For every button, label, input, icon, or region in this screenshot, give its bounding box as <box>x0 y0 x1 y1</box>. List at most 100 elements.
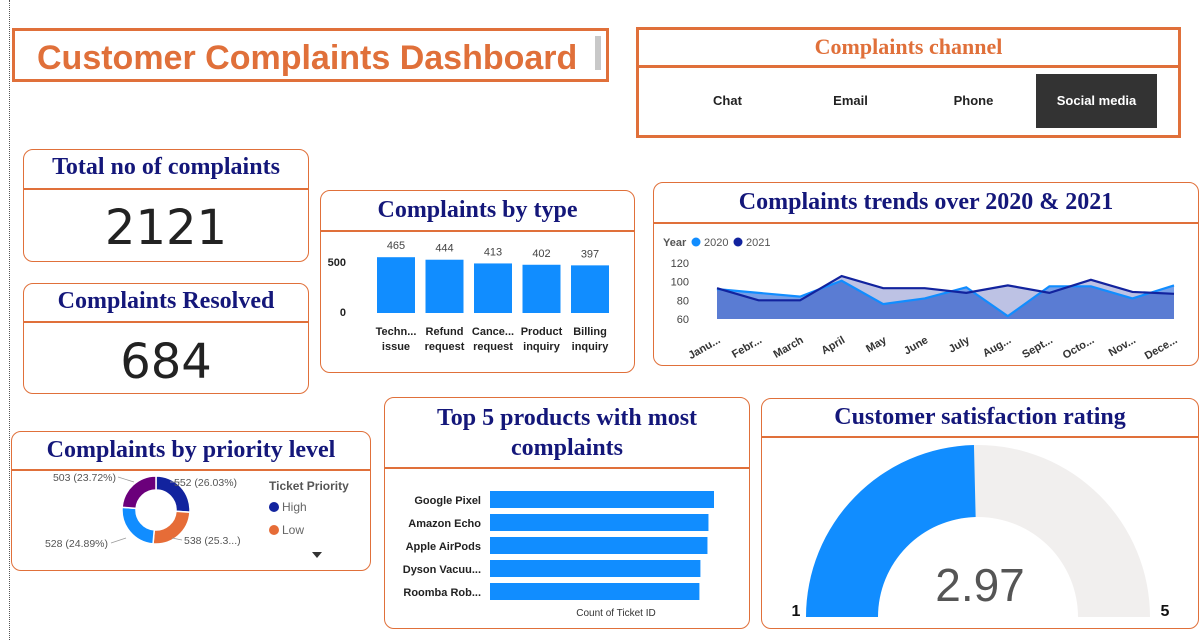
bar-1[interactable] <box>490 514 709 531</box>
complaints-trends-chart: Year 2020 2021 120 100 80 60 Janu... Febr... Marc… <box>663 237 1180 362</box>
card-divider <box>321 230 634 232</box>
x-tick-label: request <box>473 341 513 353</box>
x-tick-label: June <box>902 334 930 357</box>
total-complaints-card: Total no of complaints 2121 <box>23 149 309 262</box>
bar-1 <box>425 259 464 313</box>
y-tick-label: Roomba Rob... <box>403 587 481 599</box>
page-edge-divider <box>9 0 10 640</box>
legend-label: Low <box>282 523 304 537</box>
slice-label: 528 (24.89%) <box>45 538 108 550</box>
data-label: 397 <box>581 248 599 260</box>
legend-marker-low <box>269 525 279 535</box>
legend-scroll-down-icon[interactable] <box>312 552 322 558</box>
complaints-trends-title: Complaints trends over 2020 & 2021 <box>738 189 1114 215</box>
priority-level-title: Complaints by priority level <box>46 437 336 463</box>
y-tick-label: 120 <box>671 258 689 270</box>
leader-line <box>117 476 135 483</box>
y-tick-label: 60 <box>677 314 689 326</box>
card-divider <box>762 436 1198 438</box>
bar-3 <box>522 264 561 313</box>
complaints-trends-card: Complaints trends over 2020 & 2021 Year 2… <box>653 182 1199 366</box>
y-tick-label: 0 <box>340 307 346 319</box>
card-divider <box>24 321 308 323</box>
top-products-chart: Google Pixel Amazon Echo Apple AirPods Dyso… <box>403 491 714 619</box>
x-tick-label: Dece... <box>1143 334 1180 362</box>
slice-label: 503 (23.72%) <box>53 472 116 484</box>
complaints-by-type-chart: 500 0 465 Techn... issue 444 Refund request 413 C… <box>328 240 610 353</box>
x-tick-label: inquiry <box>523 341 561 353</box>
bar-4 <box>571 265 609 313</box>
legend-title: Year <box>663 237 687 249</box>
y-tick-label: Amazon Echo <box>408 518 481 530</box>
satisfaction-card: Customer satisfaction rating 2.97 1 5 <box>761 398 1199 629</box>
complaints-resolved-value: 684 <box>120 334 212 390</box>
x-tick-label: Techn... <box>376 326 417 338</box>
dashboard-header: Customer Complaints Dashboard <box>12 28 609 82</box>
x-tick-label: March <box>772 334 806 361</box>
legend-title: Ticket Priority <box>269 479 349 493</box>
y-tick-label: 80 <box>677 295 689 307</box>
bar-2[interactable] <box>490 537 708 554</box>
y-tick-label: 500 <box>328 257 346 269</box>
channel-option-chat[interactable]: Chat <box>667 74 788 128</box>
top-products-title: Top 5 products with most complaints <box>436 405 698 461</box>
channel-option-phone[interactable]: Phone <box>913 74 1034 128</box>
x-tick-label: July <box>947 334 973 356</box>
x-tick-label: issue <box>382 341 410 353</box>
x-tick-label: Janu... <box>686 334 722 362</box>
gauge-min-label: 1 <box>792 603 801 620</box>
top-products-card: Top 5 products with most complaints Goog… <box>384 397 750 629</box>
x-tick-label: Nov... <box>1107 334 1138 359</box>
leader-line <box>110 537 127 544</box>
channel-slicer-rule <box>639 65 1178 68</box>
data-label: 402 <box>532 248 550 260</box>
x-tick-label: Aug... <box>981 334 1013 360</box>
complaints-resolved-title: Complaints Resolved <box>57 288 275 314</box>
legend-marker-high <box>269 502 279 512</box>
x-tick-label: May <box>864 334 889 356</box>
x-tick-label: Octo... <box>1061 334 1097 362</box>
x-tick-label: Refund <box>426 326 464 338</box>
y-tick-label: Google Pixel <box>414 495 481 507</box>
slice-label: 552 (26.03%) <box>174 477 237 489</box>
priority-level-card: Complaints by priority level 552 (26.03%… <box>11 431 371 571</box>
x-tick-label: Product <box>521 326 563 338</box>
channel-option-email[interactable]: Email <box>790 74 911 128</box>
legend-marker-2021 <box>733 237 743 247</box>
data-label: 465 <box>387 240 405 252</box>
channel-option-social-media[interactable]: Social media <box>1036 74 1157 128</box>
card-divider <box>12 469 370 471</box>
x-tick-label: Sept... <box>1020 334 1055 361</box>
bar-0[interactable] <box>490 491 714 508</box>
bar-4[interactable] <box>490 583 700 600</box>
priority-donut-chart: 552 (26.03%) 538 (25.3...) 528 (24.89%) 503… <box>45 472 349 558</box>
page-title: Customer Complaints Dashboard <box>37 39 578 77</box>
donut-slice-2[interactable] <box>121 506 156 545</box>
legend-label: 2021 <box>746 237 770 249</box>
x-tick-label: Billing <box>573 326 607 338</box>
channel-slicer-title: Complaints channel <box>814 34 1003 59</box>
legend-marker-2020 <box>691 237 701 247</box>
channel-button-row: Chat Email Phone Social media <box>667 74 1159 130</box>
complaints-by-type-title: Complaints by type <box>377 197 578 223</box>
complaints-resolved-card: Complaints Resolved 684 <box>23 283 309 394</box>
x-tick-label: request <box>425 341 465 353</box>
channel-slicer: Complaints channel Chat Email Phone Social … <box>636 27 1181 138</box>
y-tick-label: Apple AirPods <box>406 541 481 553</box>
card-divider <box>654 222 1198 224</box>
donut-slice-3[interactable] <box>121 475 157 510</box>
y-tick-label: 100 <box>671 277 689 289</box>
total-complaints-title: Total no of complaints <box>52 154 280 180</box>
scrollbar-thumb[interactable] <box>595 36 601 70</box>
bar-3[interactable] <box>490 560 701 577</box>
complaints-by-type-card: Complaints by type 500 0 465 Techn... issue 4… <box>320 190 635 373</box>
x-axis-label: Count of Ticket ID <box>576 608 655 619</box>
slice-label: 538 (25.3...) <box>184 535 241 547</box>
x-tick-label: Cance... <box>472 326 514 338</box>
x-tick-label: Febr... <box>730 334 764 361</box>
satisfaction-title: Customer satisfaction rating <box>834 404 1126 430</box>
legend-label: High <box>282 500 307 514</box>
bar-2 <box>474 263 512 313</box>
card-divider <box>385 467 749 469</box>
x-tick-label: inquiry <box>572 341 610 353</box>
